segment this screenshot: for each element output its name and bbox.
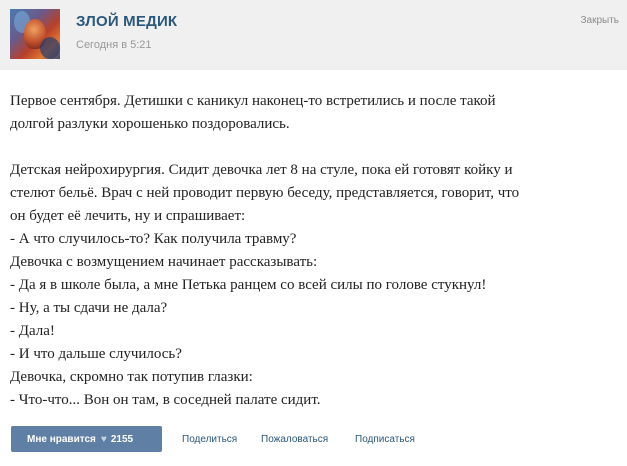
subscribe-link[interactable]: Подписаться: [355, 434, 415, 445]
text-line: - Да я в школе была, а мне Петька ранцем…: [10, 277, 487, 293]
close-button[interactable]: Закрыть: [580, 15, 619, 26]
text-line: - Что-что... Вон он там, в соседней пала…: [10, 392, 321, 408]
text-line: он будет её лечить, ну и спрашивает:: [10, 208, 246, 224]
share-link[interactable]: Поделиться: [182, 434, 237, 445]
text-line: Первое сентября. Детишки с каникул након…: [10, 93, 496, 109]
post-card: ЗЛОЙ МЕДИК Сегодня в 5:21 Закрыть Первое…: [0, 0, 627, 466]
text-line: - Ну, а ты сдачи не дала?: [10, 300, 168, 316]
report-link[interactable]: Пожаловаться: [261, 434, 328, 445]
text-line: [10, 136, 620, 159]
like-button[interactable]: Мне нравится ♥ 2155: [11, 426, 162, 452]
like-label: Мне нравится: [27, 433, 96, 445]
post-timestamp[interactable]: Сегодня в 5:21: [76, 39, 152, 51]
avatar[interactable]: [10, 9, 60, 59]
text-line: долгой разлуки хорошенько поздоровались.: [10, 116, 290, 132]
author-name[interactable]: ЗЛОЙ МЕДИК: [76, 13, 177, 30]
like-count: 2155: [110, 433, 134, 445]
post-footer: Мне нравится ♥ 2155 Поделиться Пожаловат…: [0, 426, 627, 452]
heart-icon: ♥: [100, 433, 107, 445]
text-line: - Дала!: [10, 323, 55, 339]
text-line: - А что случилось-то? Как получила травм…: [10, 231, 297, 247]
text-line: Девочка с возмущением начинает рассказыв…: [10, 254, 318, 270]
text-line: Детская нейрохирургия. Сидит девочка лет…: [10, 162, 513, 178]
post-text: Первое сентября. Детишки с каникул након…: [10, 90, 620, 412]
post-header: ЗЛОЙ МЕДИК Сегодня в 5:21 Закрыть: [0, 0, 627, 70]
avatar-shape: [40, 37, 60, 59]
text-line: - И что дальше случилось?: [10, 346, 182, 362]
text-line: Девочка, скромно так потупив глазки:: [10, 369, 253, 385]
text-line: стелют бельё. Врач с ней проводит первую…: [10, 185, 520, 201]
